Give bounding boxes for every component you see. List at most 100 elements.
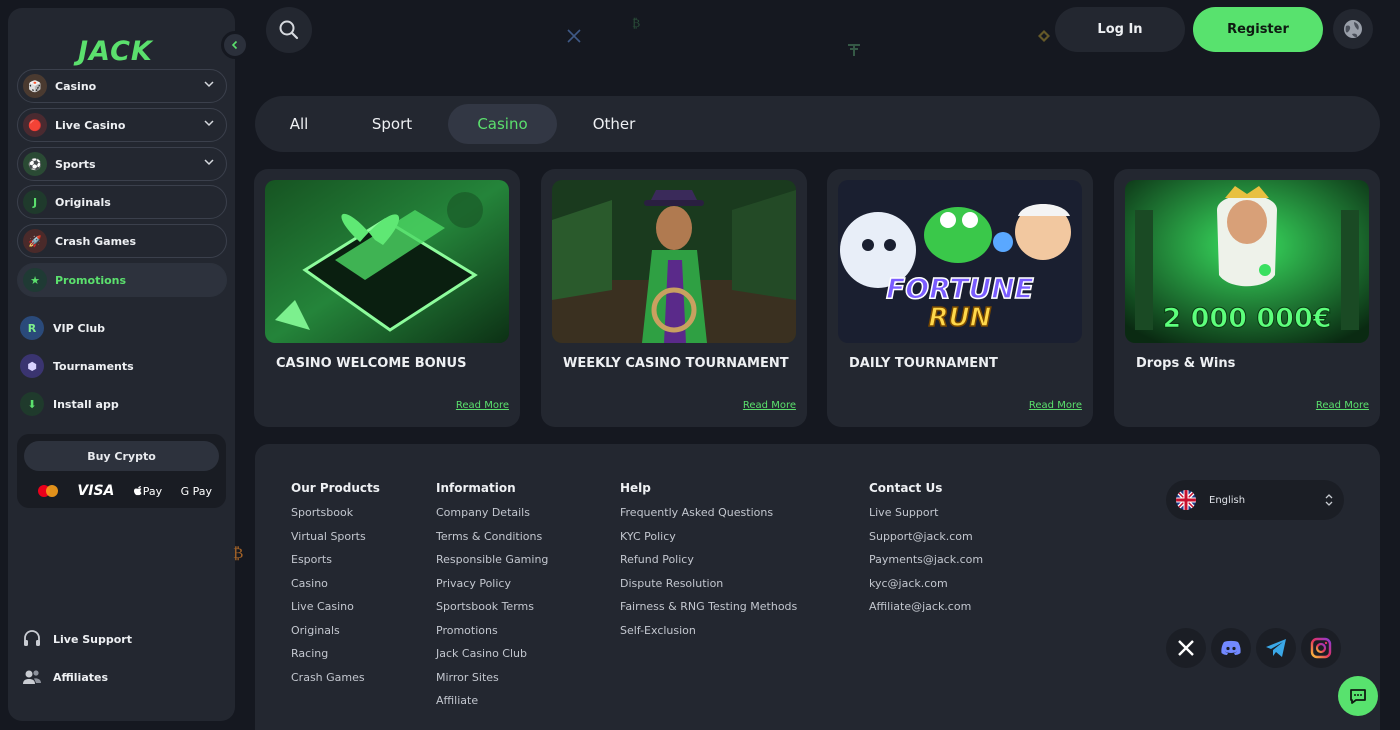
promo-title: DAILY TOURNAMENT [849, 356, 998, 371]
tab-sport[interactable]: Sport [358, 104, 426, 144]
sidebar-item-promotions[interactable]: ★ Promotions [17, 263, 227, 297]
visa-icon: VISA [77, 483, 115, 499]
register-button[interactable]: Register [1193, 7, 1323, 52]
tournaments-icon: ⬢ [20, 354, 44, 378]
footer-link[interactable]: Dispute Resolution [620, 576, 797, 600]
footer-link[interactable]: Jack Casino Club [436, 646, 548, 670]
sidebar-item-sports[interactable]: ⚽ Sports [17, 147, 227, 181]
collapse-sidebar-button[interactable] [221, 31, 249, 59]
footer-link[interactable]: KYC Policy [620, 529, 797, 553]
sidebar-item-install-app[interactable]: ⬇ Install app [20, 390, 119, 418]
bitcoin-decor-icon: ₿ [233, 544, 243, 561]
tab-other[interactable]: Other [578, 104, 650, 144]
sidebar-item-label: Sports [55, 157, 96, 171]
footer-link[interactable]: Company Details [436, 505, 548, 529]
footer-link[interactable]: Racing [291, 646, 380, 670]
read-more-link[interactable]: Read More [743, 400, 796, 411]
x-social-button[interactable] [1166, 628, 1206, 668]
telegram-icon [1266, 639, 1286, 657]
read-more-link[interactable]: Read More [1029, 400, 1082, 411]
theme-toggle-button[interactable] [1333, 9, 1373, 49]
promo-card[interactable]: WEEKLY CASINO TOURNAMENT Read More [541, 169, 807, 427]
footer-link[interactable]: Virtual Sports [291, 529, 380, 553]
footer-link[interactable]: Responsible Gaming [436, 552, 548, 576]
footer-heading: Contact Us [869, 481, 943, 495]
chat-icon [1350, 689, 1366, 704]
sidebar-item-affiliates[interactable]: Affiliates [20, 663, 108, 691]
footer-link[interactable]: Refund Policy [620, 552, 797, 576]
sidebar-item-label: Casino [55, 79, 97, 93]
footer-link[interactable]: Sportsbook Terms [436, 599, 548, 623]
promo-card[interactable]: 2 000 000€ Drops & Wins Read More [1114, 169, 1380, 427]
telegram-social-button[interactable] [1256, 628, 1296, 668]
footer-link[interactable]: Mirror Sites [436, 670, 548, 694]
headset-icon [24, 630, 40, 646]
tether-icon [848, 44, 860, 56]
brand-logo[interactable]: JACK [78, 36, 153, 67]
discord-social-button[interactable] [1211, 628, 1251, 668]
promo-image-weekly-tournament [552, 180, 796, 343]
live-chat-button[interactable] [1338, 676, 1378, 716]
footer-link[interactable]: Payments@jack.com [869, 552, 983, 576]
sidebar-item-casino[interactable]: 🎲 Casino [17, 69, 227, 103]
users-icon [23, 670, 41, 684]
footer-link[interactable]: Support@jack.com [869, 529, 983, 553]
footer: Our Products Sportsbook Virtual Sports E… [255, 444, 1380, 730]
promo-card[interactable]: CASINO WELCOME BONUS Read More [254, 169, 520, 427]
search-button[interactable] [266, 7, 312, 53]
footer-heading: Help [620, 481, 651, 495]
promo-category-tabs: All Sport Casino Other [255, 96, 1380, 152]
footer-link[interactable]: Originals [291, 623, 380, 647]
sidebar: JACK 🎲 Casino 🔴 Live Casino ⚽ Sports J O… [8, 8, 249, 721]
tab-all[interactable]: All [275, 104, 323, 144]
footer-link[interactable]: Esports [291, 552, 380, 576]
footer-link[interactable]: Live Support [869, 505, 983, 529]
sidebar-item-live-casino[interactable]: 🔴 Live Casino [17, 108, 227, 142]
sidebar-item-label: VIP Club [53, 321, 106, 335]
sports-icon: ⚽ [23, 152, 47, 176]
tab-casino[interactable]: Casino [448, 104, 557, 144]
instagram-social-button[interactable] [1301, 628, 1341, 668]
uk-flag-icon [1176, 490, 1196, 510]
footer-heading: Information [436, 481, 516, 495]
sidebar-item-vip-club[interactable]: R VIP Club [20, 314, 105, 342]
sidebar-item-tournaments[interactable]: ⬢ Tournaments [20, 352, 134, 380]
footer-link[interactable]: Privacy Policy [436, 576, 548, 600]
footer-link[interactable]: Promotions [436, 623, 548, 647]
casino-icon: 🎲 [23, 74, 47, 98]
buy-crypto-panel: Buy Crypto VISA Pay G Pay [17, 434, 226, 508]
sidebar-item-live-support[interactable]: Live Support [20, 625, 132, 653]
sidebar-item-originals[interactable]: J Originals [17, 185, 227, 219]
sidebar-item-label: Install app [53, 397, 119, 411]
footer-column-information: Information Company Details Terms & Cond… [436, 481, 548, 717]
sidebar-item-label: Originals [55, 195, 111, 209]
sidebar-item-label: Promotions [55, 273, 127, 287]
promo-card[interactable]: FORTUNE RUN DAILY TOURNAMENT Read More [827, 169, 1093, 427]
google-pay-icon: G Pay [180, 484, 212, 498]
read-more-link[interactable]: Read More [456, 400, 509, 411]
xrp-icon [567, 29, 581, 43]
footer-link[interactable]: Frequently Asked Questions [620, 505, 797, 529]
footer-link[interactable]: Crash Games [291, 670, 380, 694]
footer-link[interactable]: Sportsbook [291, 505, 380, 529]
footer-link[interactable]: kyc@jack.com [869, 576, 983, 600]
svg-text:₿: ₿ [233, 544, 243, 561]
footer-link[interactable]: Self-Exclusion [620, 623, 797, 647]
footer-link[interactable]: Terms & Conditions [436, 529, 548, 553]
footer-link[interactable]: Fairness & RNG Testing Methods [620, 599, 797, 623]
read-more-link[interactable]: Read More [1316, 400, 1369, 411]
footer-link[interactable]: Casino [291, 576, 380, 600]
promo-title: Drops & Wins [1136, 356, 1236, 371]
crash-games-icon: 🚀 [23, 229, 47, 253]
language-select[interactable]: English [1166, 480, 1344, 520]
footer-link[interactable]: Affiliate@jack.com [869, 599, 983, 623]
sidebar-item-crash-games[interactable]: 🚀 Crash Games [17, 224, 227, 258]
instagram-icon [1310, 637, 1332, 659]
login-button[interactable]: Log In [1055, 7, 1185, 52]
promo-image-daily-tournament: FORTUNE RUN [838, 180, 1082, 343]
search-icon [279, 20, 299, 40]
footer-link[interactable]: Affiliate [436, 693, 548, 717]
footer-link[interactable]: Live Casino [291, 599, 380, 623]
footer-column-products: Our Products Sportsbook Virtual Sports E… [291, 481, 380, 693]
buy-crypto-button[interactable]: Buy Crypto [24, 441, 219, 471]
